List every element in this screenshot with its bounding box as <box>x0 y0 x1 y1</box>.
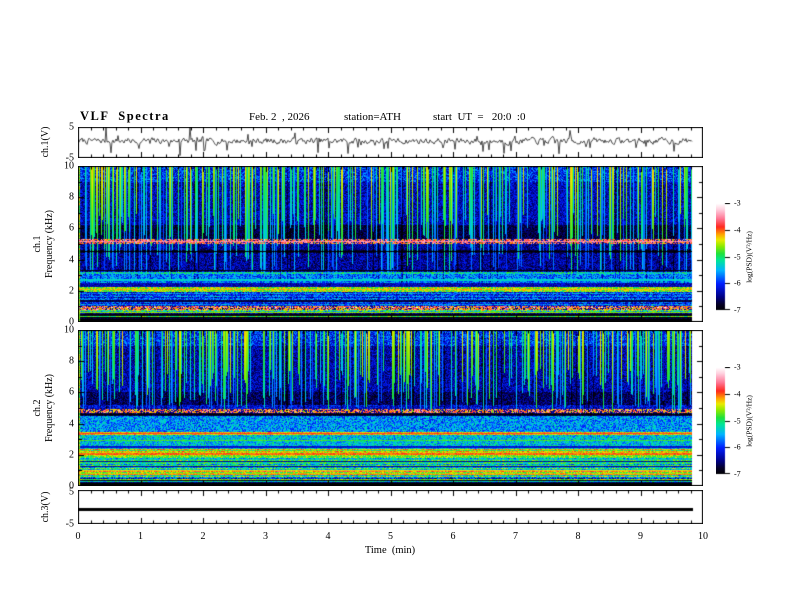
ch1-axis-label-line1: ch.1 <box>32 235 43 253</box>
ch2-axis-label-line1: ch.2 <box>32 399 43 417</box>
time-tick-label: 2 <box>200 531 206 542</box>
ch2-axis-label-line2: Frequency (kHz) <box>44 373 55 443</box>
time-tick-label: 8 <box>575 531 581 542</box>
ch1-spectrogram-panel <box>78 166 703 322</box>
time-tick-label: 4 <box>325 531 331 542</box>
ch1-freq-tick-label: 6 <box>69 222 74 234</box>
colorbar-tick-label: -5 <box>734 252 741 261</box>
time-tick-label: 9 <box>638 531 643 542</box>
ch2-freq-tick-label: 6 <box>69 386 74 398</box>
colorbar-tick-label: -7 <box>734 469 741 479</box>
ch1-volts-tick-label: 5 <box>69 121 74 133</box>
date-label: Feb. 2 , 2026 <box>249 111 310 123</box>
ch1-freq-tick-label: 4 <box>69 254 74 266</box>
ch1-freq-tick-label: 2 <box>69 285 74 297</box>
colorbar-ch1-title: log(PSD)(V²/Hz) <box>744 231 754 283</box>
ch2-freq-tick-label: 8 <box>69 355 74 367</box>
ch2-freq-tick-label: 0 <box>69 480 74 492</box>
colorbar-tick-label: -3 <box>734 198 741 208</box>
colorbar-ch2-title: log(PSD)(V²/Hz) <box>744 395 754 447</box>
ch2-frequency-axis-label: ch.2 Frequency (kHz) <box>32 374 56 442</box>
plot-title: VLF Spectra <box>80 109 170 123</box>
ch2-freq-tick-label: 4 <box>69 418 74 430</box>
colorbar-tick-label: -5 <box>734 416 741 425</box>
time-tick-label: 10 <box>698 531 708 542</box>
station-label: station=ATH <box>344 111 401 123</box>
ch1-axis-label-line2: Frequency (kHz) <box>44 209 55 279</box>
ch1-frequency-axis-label: ch.1 Frequency (kHz) <box>32 210 56 278</box>
ch2-freq-tick-label: 2 <box>69 449 74 461</box>
colorbar-ch2 <box>716 367 732 475</box>
ch3-voltage-waveform-panel <box>78 490 703 524</box>
colorbar-tick-label: -3 <box>734 362 741 372</box>
colorbar-tick-label: -7 <box>734 305 741 315</box>
start-ut-label: start UT = 20:0 :0 <box>433 111 526 123</box>
ch2-freq-tick-label: 10 <box>64 324 74 336</box>
time-axis-title: Time (min) <box>364 545 416 556</box>
colorbar-tick-label: -4 <box>734 389 741 399</box>
ch2-spectrogram-panel <box>78 330 703 486</box>
time-tick-label: 1 <box>138 531 143 542</box>
ch1-freq-tick-label: 10 <box>64 160 74 172</box>
colorbar-ch1 <box>716 203 732 311</box>
ch1-voltage-waveform-panel <box>78 127 703 158</box>
time-tick-label: 3 <box>263 531 268 542</box>
time-tick-label: 0 <box>75 531 81 542</box>
time-tick-label: 6 <box>450 531 456 542</box>
ch3-volts-tick-label: -5 <box>65 518 74 530</box>
vlf-spectra-figure: VLF Spectra Feb. 2 , 2026 station=ATH st… <box>0 0 792 612</box>
time-tick-label: 5 <box>388 531 393 542</box>
ch1-freq-tick-label: 8 <box>69 191 74 203</box>
colorbar-tick-label: -6 <box>734 442 741 452</box>
colorbar-tick-label: -4 <box>734 225 741 235</box>
colorbar-tick-label: -6 <box>734 278 741 288</box>
time-tick-label: 7 <box>513 531 518 542</box>
